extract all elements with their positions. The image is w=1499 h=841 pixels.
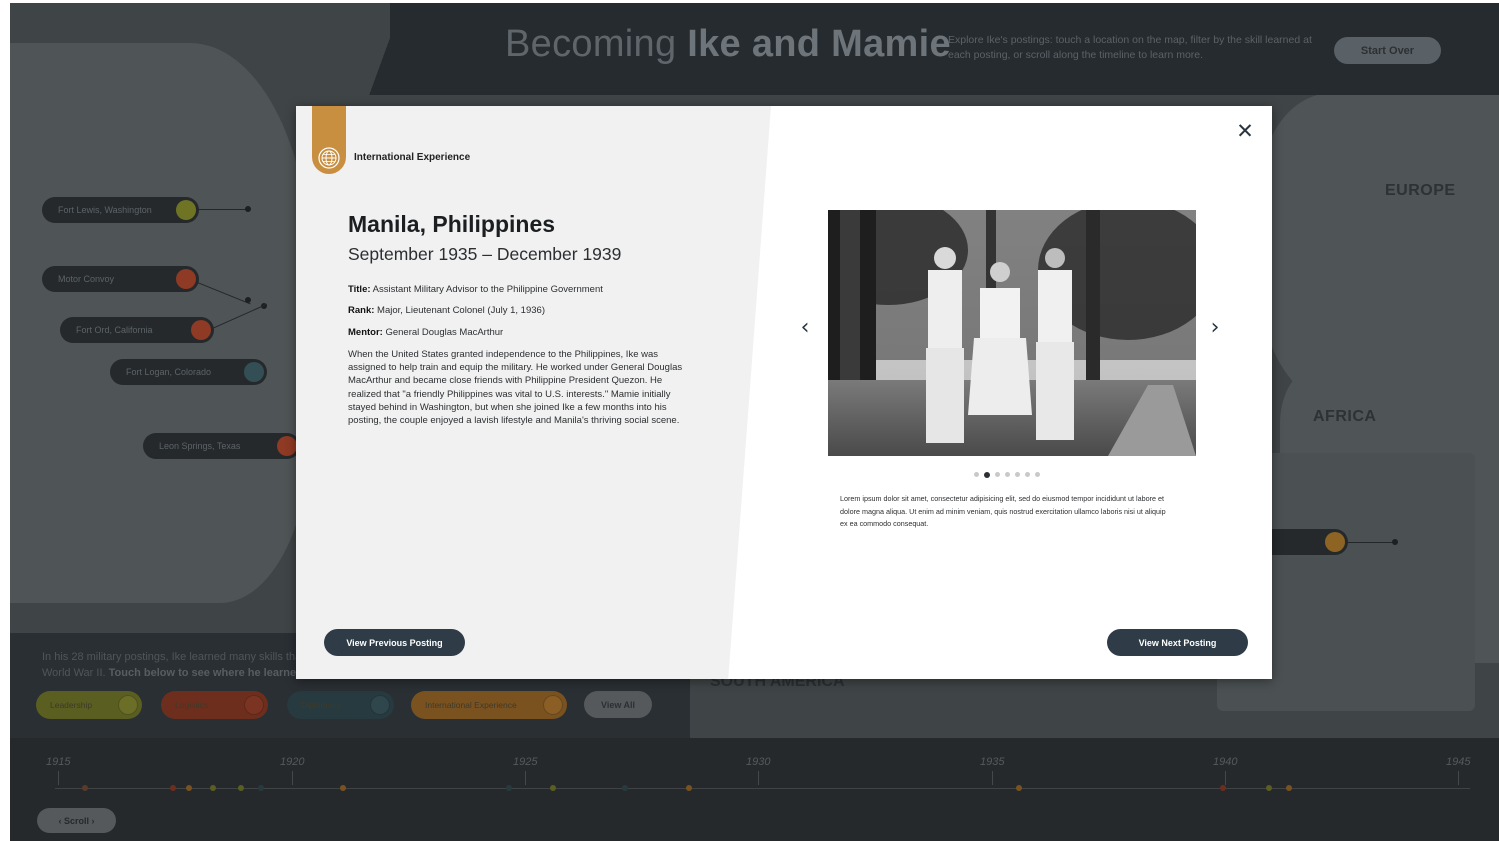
leadership-icon [118, 695, 138, 715]
posting-detail-modal: International Experience Manila, Philipp… [296, 106, 1272, 679]
historical-photo [828, 210, 1196, 456]
start-over-button[interactable]: Start Over [1334, 37, 1441, 64]
carousel-dot[interactable] [995, 472, 1000, 477]
map-pin-leon-springs[interactable]: Leon Springs, Texas [143, 433, 300, 459]
carousel-dot[interactable] [1015, 472, 1020, 477]
timeline-posting-dot[interactable] [82, 785, 88, 791]
carousel-dot[interactable] [974, 472, 979, 477]
timeline-posting-dot[interactable] [258, 785, 264, 791]
pin-label: Motor Convoy [58, 274, 115, 284]
filter-leadership[interactable]: Leadership [36, 691, 142, 719]
filter-logistics[interactable]: Logistics [161, 691, 268, 719]
timeline-posting-dot[interactable] [686, 785, 692, 791]
carousel-indicator[interactable] [974, 471, 1040, 478]
timeline-posting-dot[interactable] [238, 785, 244, 791]
timeline-posting-dot[interactable] [186, 785, 192, 791]
leadership-icon [176, 200, 196, 220]
photo-caption: Lorem ipsum dolor sit amet, consectetur … [840, 494, 1166, 528]
logistics-icon [191, 320, 211, 340]
timeline-posting-dot[interactable] [622, 785, 628, 791]
map-pin-fort-logan[interactable]: Fort Logan, Colorado [110, 359, 267, 385]
close-icon[interactable]: ✕ [1234, 120, 1256, 142]
logistics-icon [277, 436, 297, 456]
timeline-year: 1925 [513, 756, 538, 768]
pin-label: Fort Ord, California [76, 325, 153, 335]
carousel-dot[interactable] [1005, 472, 1010, 477]
view-all-button[interactable]: View All [584, 691, 652, 718]
filter-diplomacy[interactable]: Diplomacy [287, 691, 394, 719]
timeline-posting-dot[interactable] [506, 785, 512, 791]
carousel-dot[interactable] [1025, 472, 1030, 477]
timeline-posting-dot[interactable] [1266, 785, 1272, 791]
timeline-posting-dot[interactable] [550, 785, 556, 791]
timeline-posting-dot[interactable] [1220, 785, 1226, 791]
timeline-posting-dot[interactable] [340, 785, 346, 791]
international-experience-icon [1325, 532, 1345, 552]
carousel-next-arrow-icon[interactable]: › [1205, 314, 1225, 340]
timeline-year: 1920 [280, 756, 305, 768]
posting-rank-row: Rank: Major, Lieutenant Colonel (July 1,… [348, 305, 545, 316]
chevron-left-icon: ‹ [58, 815, 62, 826]
globe-icon [318, 147, 340, 169]
timeline-posting-dot[interactable] [210, 785, 216, 791]
app-title: Becoming Ike and Mamie [505, 23, 951, 65]
timeline-year: 1935 [980, 756, 1005, 768]
posting-title-row: Title: Assistant Military Advisor to the… [348, 284, 603, 295]
carousel-dot[interactable] [1035, 472, 1040, 477]
pin-label: Fort Logan, Colorado [126, 367, 212, 377]
scroll-label: Scroll [63, 815, 89, 826]
carousel-dot[interactable] [984, 471, 990, 478]
international-experience-icon [543, 695, 563, 715]
map-pin-fort-ord[interactable]: Fort Ord, California [60, 317, 214, 343]
app-subtitle: Explore Ike's postings: touch a location… [948, 34, 1312, 61]
diplomacy-icon [370, 695, 390, 715]
timeline-posting-dot[interactable] [170, 785, 176, 791]
pin-label: Leon Springs, Texas [159, 441, 241, 451]
timeline-scroll-button[interactable]: ‹ Scroll › [37, 808, 116, 833]
map-pin-fort-lewis[interactable]: Fort Lewis, Washington [42, 197, 199, 223]
posting-location-title: Manila, Philippines [348, 211, 556, 237]
diplomacy-icon [244, 362, 264, 382]
timeline-year: 1940 [1213, 756, 1238, 768]
timeline-year: 1945 [1446, 756, 1471, 768]
carousel-prev-arrow-icon[interactable]: ‹ [795, 314, 815, 340]
logistics-icon [244, 695, 264, 715]
timeline-posting-dot[interactable] [1016, 785, 1022, 791]
map-pin-motor-convoy[interactable]: Motor Convoy [42, 266, 199, 292]
posting-description: When the United States granted independe… [348, 349, 683, 427]
timeline-year: 1915 [46, 756, 71, 768]
filter-international-experience[interactable]: International Experience [411, 691, 567, 719]
region-label-europe: EUROPE [1385, 182, 1456, 199]
category-label: International Experience [354, 152, 471, 163]
posting-mentor-row: Mentor: General Douglas MacArthur [348, 327, 504, 338]
timeline-year: 1930 [746, 756, 771, 768]
pin-label: Fort Lewis, Washington [58, 205, 152, 215]
timeline[interactable] [10, 738, 1499, 841]
chevron-right-icon: › [91, 815, 95, 826]
timeline-posting-dot[interactable] [1286, 785, 1292, 791]
view-previous-posting-button[interactable]: View Previous Posting [324, 629, 465, 656]
logistics-icon [176, 269, 196, 289]
posting-dates: September 1935 – December 1939 [348, 244, 622, 264]
view-next-posting-button[interactable]: View Next Posting [1107, 629, 1248, 656]
region-label-africa: AFRICA [1313, 408, 1377, 425]
